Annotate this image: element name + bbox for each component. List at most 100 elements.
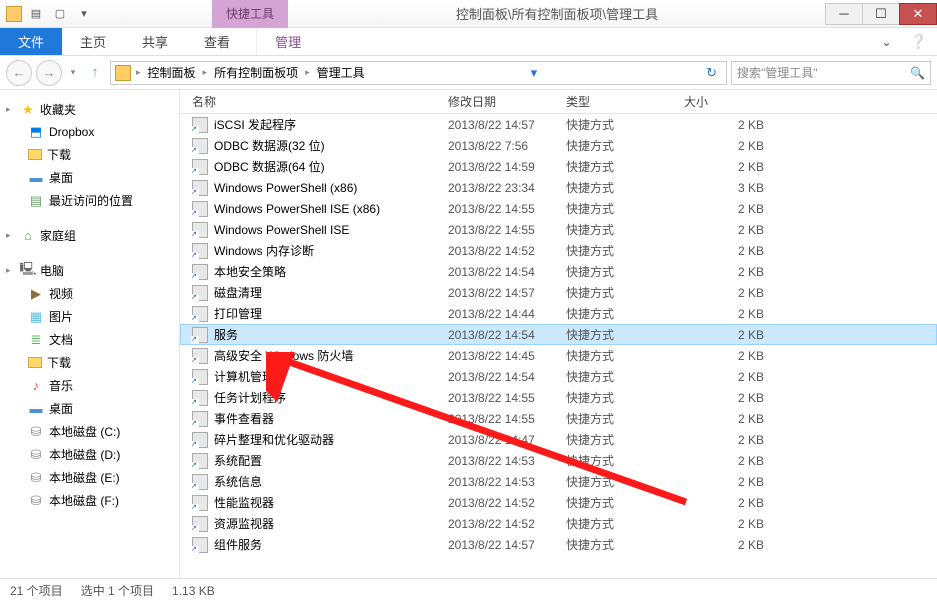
column-name[interactable]: 名称 bbox=[192, 93, 448, 110]
file-type: 快捷方式 bbox=[566, 305, 684, 322]
column-headers: 名称 修改日期 类型 大小 bbox=[180, 90, 937, 114]
tab-home[interactable]: 主页 bbox=[62, 28, 124, 55]
file-row[interactable]: 组件服务 2013/8/22 14:57 快捷方式 2 KB bbox=[180, 534, 937, 555]
sidebar-item[interactable]: ▦图片 bbox=[0, 305, 179, 328]
sidebar-item[interactable]: ▤最近访问的位置 bbox=[0, 189, 179, 212]
qat-properties-icon[interactable]: ▤ bbox=[28, 6, 44, 22]
file-row[interactable]: 系统配置 2013/8/22 14:53 快捷方式 2 KB bbox=[180, 450, 937, 471]
file-row[interactable]: Windows PowerShell ISE (x86) 2013/8/22 1… bbox=[180, 198, 937, 219]
window-controls: ─ ☐ ✕ bbox=[826, 3, 937, 25]
column-size[interactable]: 大小 bbox=[684, 93, 784, 110]
file-row[interactable]: 计算机管理 2013/8/22 14:54 快捷方式 2 KB bbox=[180, 366, 937, 387]
file-row[interactable]: 资源监视器 2013/8/22 14:52 快捷方式 2 KB bbox=[180, 513, 937, 534]
chevron-right-icon[interactable]: ▸ bbox=[200, 67, 211, 78]
file-row[interactable]: Windows PowerShell (x86) 2013/8/22 23:34… bbox=[180, 177, 937, 198]
sidebar-item[interactable]: 下载 bbox=[0, 143, 179, 166]
file-date: 2013/8/22 14:55 bbox=[448, 223, 566, 237]
file-row[interactable]: 服务 2013/8/22 14:54 快捷方式 2 KB bbox=[180, 324, 937, 345]
disk-icon: ⛁ bbox=[28, 493, 44, 509]
breadcrumb-item[interactable]: 所有控制面板项 bbox=[212, 64, 300, 81]
collapse-icon[interactable]: ▸ bbox=[6, 230, 16, 241]
file-row[interactable]: iSCSI 发起程序 2013/8/22 14:57 快捷方式 2 KB bbox=[180, 114, 937, 135]
file-row[interactable]: 性能监视器 2013/8/22 14:52 快捷方式 2 KB bbox=[180, 492, 937, 513]
file-name: 计算机管理 bbox=[214, 368, 448, 385]
file-row[interactable]: 本地安全策略 2013/8/22 14:54 快捷方式 2 KB bbox=[180, 261, 937, 282]
file-size: 2 KB bbox=[684, 517, 774, 531]
chevron-right-icon[interactable]: ▸ bbox=[302, 67, 313, 78]
dropbox-icon: ⬒ bbox=[28, 124, 44, 140]
file-type: 快捷方式 bbox=[566, 179, 684, 196]
system-icon[interactable] bbox=[6, 6, 22, 22]
file-row[interactable]: 高级安全 Windows 防火墙 2013/8/22 14:45 快捷方式 2 … bbox=[180, 345, 937, 366]
forward-button[interactable]: → bbox=[36, 60, 62, 86]
file-row[interactable]: Windows 内存诊断 2013/8/22 14:52 快捷方式 2 KB bbox=[180, 240, 937, 261]
ribbon-expand-icon[interactable]: ⌄ bbox=[874, 28, 900, 55]
file-size: 2 KB bbox=[684, 139, 774, 153]
help-icon[interactable]: ❔ bbox=[900, 28, 937, 55]
file-row[interactable]: 任务计划程序 2013/8/22 14:55 快捷方式 2 KB bbox=[180, 387, 937, 408]
sidebar-item[interactable]: ▬桌面 bbox=[0, 166, 179, 189]
file-date: 2013/8/22 14:57 bbox=[448, 118, 566, 132]
file-row[interactable]: Windows PowerShell ISE 2013/8/22 14:55 快… bbox=[180, 219, 937, 240]
sidebar-item-label: 图片 bbox=[49, 308, 73, 325]
sidebar-favorites-header[interactable]: ▸ ★ 收藏夹 bbox=[0, 98, 179, 121]
sidebar-item[interactable]: ⛁本地磁盘 (D:) bbox=[0, 443, 179, 466]
sidebar-item[interactable]: ♪音乐 bbox=[0, 374, 179, 397]
file-size: 2 KB bbox=[684, 349, 774, 363]
address-dropdown-icon[interactable]: ▾ bbox=[526, 65, 543, 81]
sidebar-item[interactable]: ⛁本地磁盘 (F:) bbox=[0, 489, 179, 512]
nav-history-dropdown[interactable]: ▾ bbox=[66, 67, 80, 78]
tab-share[interactable]: 共享 bbox=[124, 28, 186, 55]
file-row[interactable]: 碎片整理和优化驱动器 2013/8/22 14:47 快捷方式 2 KB bbox=[180, 429, 937, 450]
breadcrumb-item[interactable]: 控制面板 bbox=[146, 64, 198, 81]
file-type: 快捷方式 bbox=[566, 431, 684, 448]
sidebar-homegroup-header[interactable]: ▸ ⌂ 家庭组 bbox=[0, 224, 179, 247]
sidebar-label: 家庭组 bbox=[40, 227, 76, 244]
sidebar-item[interactable]: ⛁本地磁盘 (C:) bbox=[0, 420, 179, 443]
shortcut-icon bbox=[192, 180, 208, 196]
file-name: 打印管理 bbox=[214, 305, 448, 322]
sidebar-computer-header[interactable]: ▸ 🖳 电脑 bbox=[0, 259, 179, 282]
file-row[interactable]: 系统信息 2013/8/22 14:53 快捷方式 2 KB bbox=[180, 471, 937, 492]
sidebar-item[interactable]: ⛁本地磁盘 (E:) bbox=[0, 466, 179, 489]
file-date: 2013/8/22 14:59 bbox=[448, 160, 566, 174]
file-row[interactable]: 磁盘清理 2013/8/22 14:57 快捷方式 2 KB bbox=[180, 282, 937, 303]
chevron-right-icon[interactable]: ▸ bbox=[133, 67, 144, 78]
file-size: 2 KB bbox=[684, 538, 774, 552]
breadcrumb-item[interactable]: 管理工具 bbox=[315, 64, 367, 81]
breadcrumb[interactable]: ▸ 控制面板 ▸ 所有控制面板项 ▸ 管理工具 ▾ ↻ bbox=[110, 61, 727, 85]
file-date: 2013/8/22 14:55 bbox=[448, 391, 566, 405]
file-row[interactable]: 打印管理 2013/8/22 14:44 快捷方式 2 KB bbox=[180, 303, 937, 324]
file-row[interactable]: ODBC 数据源(32 位) 2013/8/22 7:56 快捷方式 2 KB bbox=[180, 135, 937, 156]
file-name: 组件服务 bbox=[214, 536, 448, 553]
sidebar-item[interactable]: ▬桌面 bbox=[0, 397, 179, 420]
file-row[interactable]: ODBC 数据源(64 位) 2013/8/22 14:59 快捷方式 2 KB bbox=[180, 156, 937, 177]
sidebar-item[interactable]: ≣文档 bbox=[0, 328, 179, 351]
file-type: 快捷方式 bbox=[566, 368, 684, 385]
file-date: 2013/8/22 14:54 bbox=[448, 328, 566, 342]
maximize-button[interactable]: ☐ bbox=[862, 3, 900, 25]
file-tab[interactable]: 文件 bbox=[0, 28, 62, 55]
qat-newfolder-icon[interactable]: ▢ bbox=[52, 6, 68, 22]
minimize-button[interactable]: ─ bbox=[825, 3, 863, 25]
sidebar-item[interactable]: ▶视频 bbox=[0, 282, 179, 305]
sidebar-item[interactable]: 下载 bbox=[0, 351, 179, 374]
sidebar-item-label: 桌面 bbox=[49, 400, 73, 417]
file-name: iSCSI 发起程序 bbox=[214, 116, 448, 133]
collapse-icon[interactable]: ▸ bbox=[6, 265, 16, 276]
tab-manage[interactable]: 管理 bbox=[256, 28, 319, 55]
qat-dropdown-icon[interactable]: ▾ bbox=[76, 6, 92, 22]
refresh-icon[interactable]: ↻ bbox=[701, 65, 722, 81]
file-list-area: 名称 修改日期 类型 大小 iSCSI 发起程序 2013/8/22 14:57… bbox=[180, 90, 937, 578]
sidebar-item[interactable]: ⬒Dropbox bbox=[0, 121, 179, 143]
file-row[interactable]: 事件查看器 2013/8/22 14:55 快捷方式 2 KB bbox=[180, 408, 937, 429]
column-type[interactable]: 类型 bbox=[566, 93, 684, 110]
collapse-icon[interactable]: ▸ bbox=[6, 104, 16, 115]
close-button[interactable]: ✕ bbox=[899, 3, 937, 25]
column-date[interactable]: 修改日期 bbox=[448, 93, 566, 110]
tab-view[interactable]: 查看 bbox=[186, 28, 248, 55]
up-button[interactable]: ↑ bbox=[84, 62, 106, 84]
back-button[interactable]: ← bbox=[6, 60, 32, 86]
search-input[interactable]: 搜索"管理工具" 🔍 bbox=[731, 61, 931, 85]
context-tab-label: 快捷工具 bbox=[212, 0, 288, 28]
